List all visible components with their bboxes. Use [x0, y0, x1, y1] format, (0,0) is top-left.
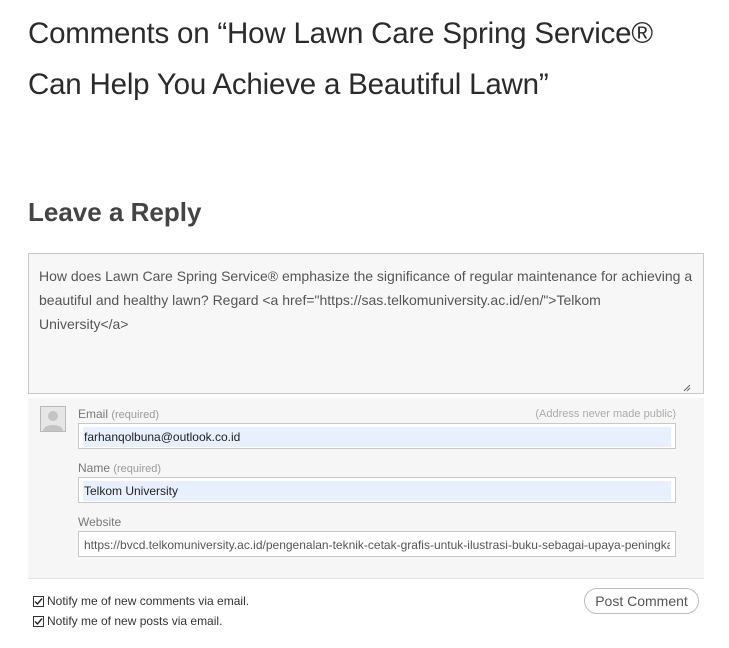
notify-comments-option[interactable]: Notify me of new comments via email. [33, 594, 249, 608]
reply-title: Leave a Reply [28, 197, 202, 227]
resize-grip-icon[interactable] [683, 379, 691, 392]
website-label: Website [78, 515, 121, 529]
email-required-hint: (required) [111, 409, 160, 421]
name-required-hint: (required) [113, 463, 162, 475]
website-field-box [78, 531, 676, 557]
name-field[interactable] [83, 481, 671, 501]
comment-fields-panel: Email (required) (Address never made pub… [28, 398, 704, 579]
website-field[interactable] [83, 535, 671, 555]
default-avatar-icon [40, 406, 66, 432]
comments-title: Comments on “How Lawn Care Spring Servic… [28, 8, 708, 110]
notify-posts-option[interactable]: Notify me of new posts via email. [33, 614, 222, 628]
post-comment-button[interactable]: Post Comment [584, 588, 699, 614]
email-field-box [78, 423, 676, 449]
notify-posts-label: Notify me of new posts via email. [47, 614, 223, 628]
email-field[interactable] [83, 427, 671, 447]
checkmark-icon [34, 617, 43, 625]
checkmark-icon [34, 597, 43, 605]
comments-title-line1: Comments on “How Lawn Care Spring Servic… [28, 17, 653, 50]
email-privacy-note: (Address never made public) [535, 408, 676, 420]
notify-posts-checkbox[interactable] [33, 615, 44, 627]
comments-title-line2: Can Help You Achieve a Beautiful Lawn” [28, 68, 549, 101]
comment-textarea-container: How does Lawn Care Spring Service® empha… [28, 253, 704, 394]
comment-textarea[interactable]: How does Lawn Care Spring Service® empha… [39, 264, 693, 383]
name-label-text: Name [78, 461, 111, 475]
name-field-box [78, 477, 676, 503]
name-label: Name (required) [78, 461, 161, 475]
email-label-text: Email [78, 407, 109, 421]
email-label: Email (required) [78, 407, 159, 421]
website-label-text: Website [78, 515, 122, 529]
notify-comments-checkbox[interactable] [33, 595, 44, 607]
notify-comments-label: Notify me of new comments via email. [47, 594, 250, 608]
